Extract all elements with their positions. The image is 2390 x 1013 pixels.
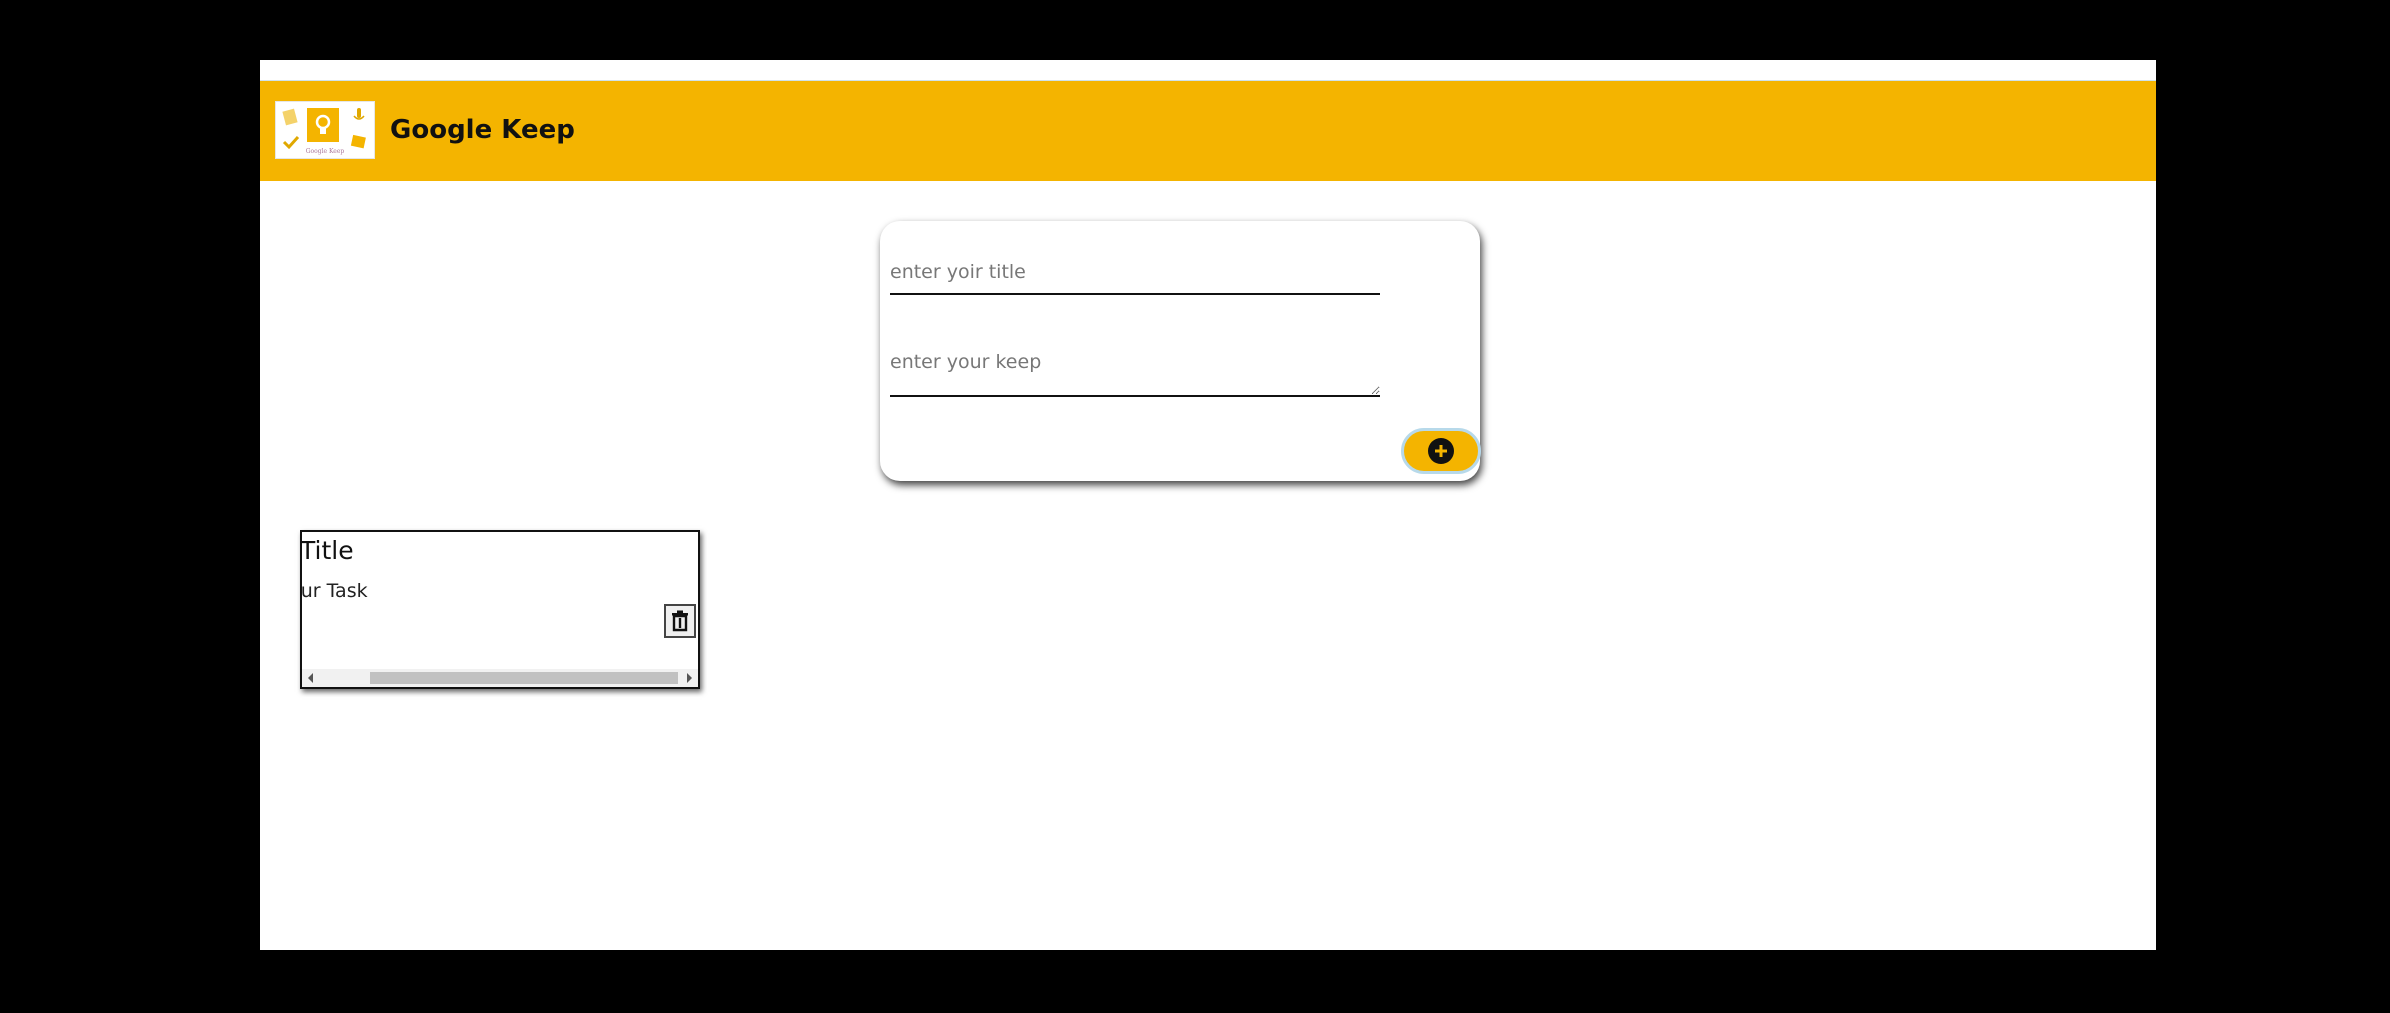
title-input[interactable] [890,251,1380,295]
top-strip [260,60,2156,81]
note-body: Your Task [300,580,368,602]
note-title: Title [300,536,354,565]
app-header: Google Keep Google Keep [260,81,2156,181]
app-logo: Google Keep [275,101,375,159]
svg-text:Google Keep: Google Keep [306,148,345,155]
app-viewport: Google Keep Google Keep Title Your Task [260,60,2156,950]
scroll-right-arrow-icon[interactable] [687,673,692,683]
add-button[interactable] [1401,428,1481,474]
delete-button[interactable] [664,604,696,638]
keep-logo-icon: Google Keep [282,108,366,155]
trash-icon [672,610,688,632]
keep-input[interactable] [890,351,1380,397]
note-card: Title Your Task [300,530,700,689]
horizontal-scrollbar[interactable] [302,669,698,687]
scroll-left-arrow-icon[interactable] [308,673,313,683]
plus-circle-icon [1428,438,1454,464]
scrollbar-thumb[interactable] [370,672,678,684]
app-title: Google Keep [390,115,575,145]
note-form [880,221,1481,481]
